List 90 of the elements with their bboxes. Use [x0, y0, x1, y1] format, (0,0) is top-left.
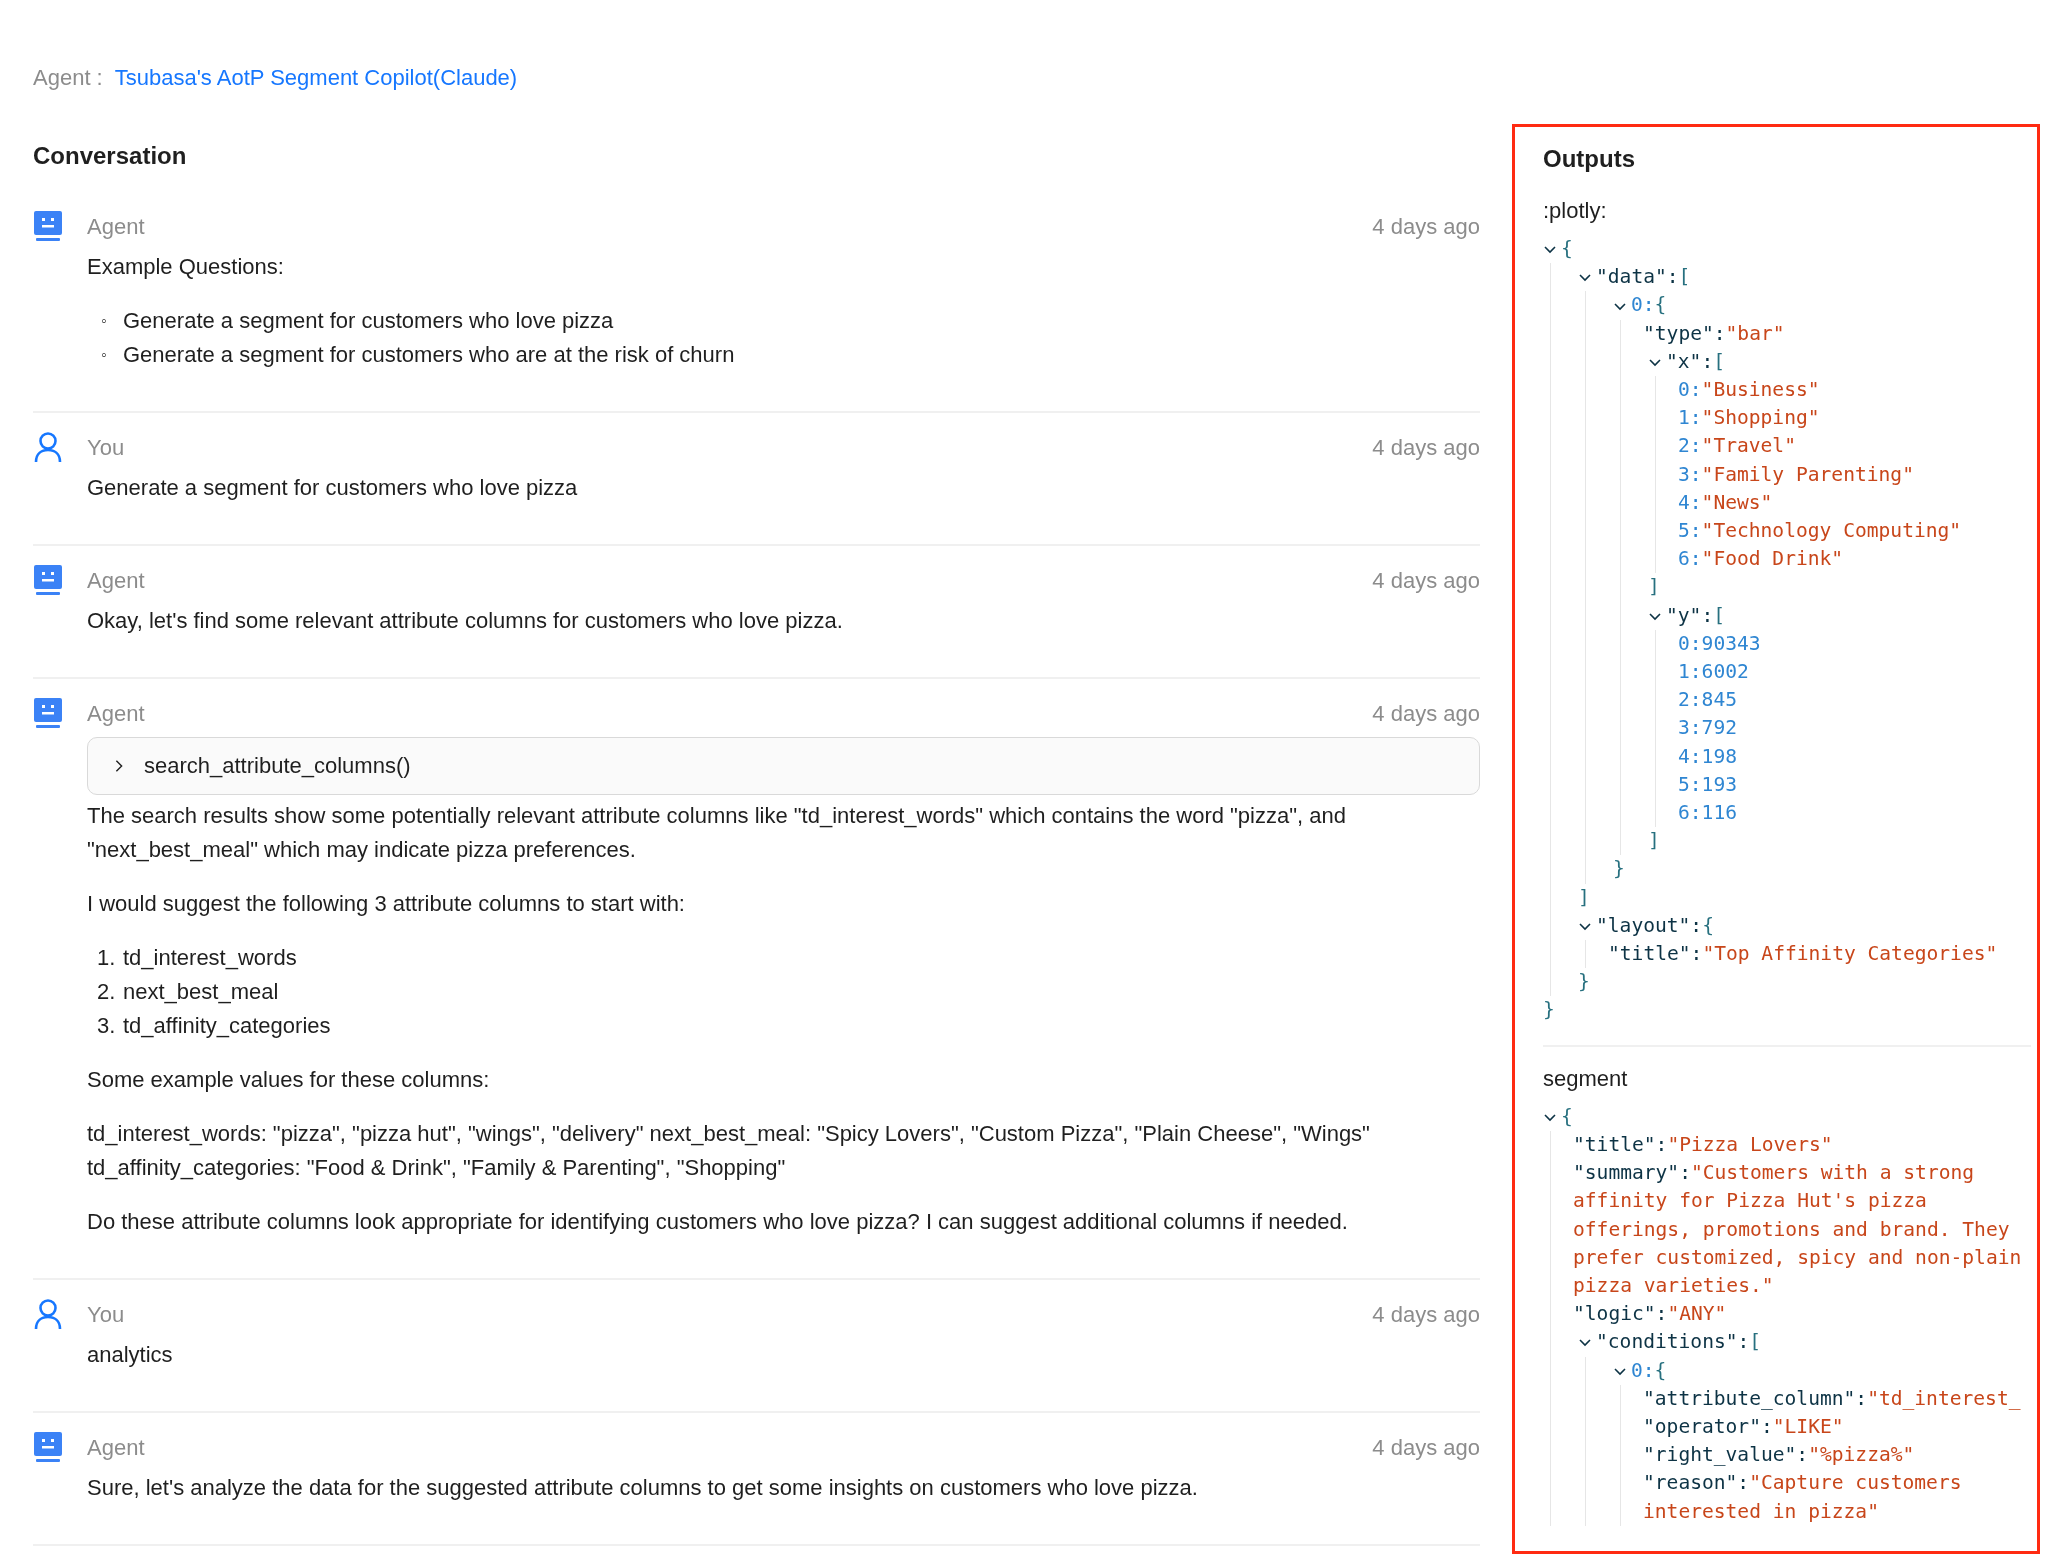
timestamp: 4 days ago	[1372, 434, 1480, 462]
list-item: td_interest_words	[123, 944, 297, 972]
json-entry: 6:116	[1678, 800, 1737, 827]
json-bracket: }	[1543, 997, 1556, 1024]
json-key: "data":	[1596, 263, 1679, 292]
json-entry: "title":"Pizza Lovers"	[1573, 1131, 1833, 1158]
tool-call-toggle[interactable]: search_attribute_columns()	[87, 737, 1480, 795]
message-text: Sure, let's analyze the data for the suggested attribute columns to get some insights on customers who love pizza.	[87, 1474, 1199, 1502]
list-number: 3.	[97, 1012, 117, 1040]
robot-icon	[33, 1431, 63, 1463]
json-entry: 1:6002	[1678, 659, 1749, 686]
json-entry: 2:845	[1678, 687, 1737, 714]
user-icon	[33, 1298, 63, 1330]
output-label: :plotly:	[1543, 197, 1608, 225]
json-entry: "type":"bar"	[1643, 320, 1785, 347]
json-bracket: [	[1678, 264, 1691, 291]
list-number: 2.	[97, 978, 117, 1006]
timestamp: 4 days ago	[1372, 700, 1480, 728]
author-name: Agent	[87, 700, 145, 728]
message-text: analytics	[87, 1341, 174, 1369]
timestamp: 4 days ago	[1372, 1434, 1480, 1462]
output-label: segment	[1543, 1064, 1629, 1093]
json-entry: "summary":"Customers with a strong affinity for Pizza Hut's pizza offerings, promotions and brand. They prefer customized, spicy and non-plain pizza varieties."	[1573, 1160, 2023, 1299]
json-bracket: {	[1654, 1357, 1667, 1384]
timestamp: 4 days ago	[1372, 213, 1480, 241]
agent-link[interactable]: Tsubasa's AotP Segment Copilot(Claude)	[114, 65, 518, 90]
json-key: 0:	[1631, 291, 1655, 320]
json-bracket: {	[1561, 236, 1573, 262]
json-entry: "logic":"ANY"	[1573, 1301, 1727, 1328]
json-entry: "reason":"Capture customers interested in pizza"	[1643, 1470, 1963, 1525]
message-text: Some example values for these columns:	[87, 1066, 491, 1094]
json-entry: 1:"Shopping"	[1678, 405, 1820, 432]
json-bracket: [	[1713, 348, 1725, 375]
list-item: Generate a segment for customers who are at the risk of churn	[123, 341, 735, 369]
json-entry: 3:792	[1678, 715, 1737, 742]
json-entry: 0:"Business"	[1678, 377, 1820, 403]
list-item: Generate a segment for customers who love pizza	[123, 307, 614, 335]
json-bracket: ]	[1648, 828, 1661, 855]
message-text: Generate a segment for customers who love pizza	[87, 474, 579, 502]
list-item: td_affinity_categories	[123, 1012, 331, 1040]
agent-label: Agent :	[33, 65, 103, 90]
message-text: The search results show some potentially relevant attribute columns like "td_interest_words" which contains the word "pizza", and "next_best_meal" which may indicate pizza preferences.	[87, 802, 1347, 864]
json-entry: 4:"News"	[1678, 489, 1773, 516]
message-text: Example Questions:	[87, 253, 285, 281]
timestamp: 4 days ago	[1372, 567, 1480, 595]
user-icon	[33, 431, 63, 463]
author-name: You	[87, 1301, 125, 1329]
list-item: next_best_meal	[123, 978, 279, 1006]
json-bracket: {	[1561, 1103, 1573, 1130]
list-number: 1.	[97, 944, 117, 972]
section-heading: Outputs	[1543, 144, 1636, 174]
json-bracket: ]	[1648, 574, 1661, 601]
json-key: "y":	[1666, 601, 1714, 630]
json-entry: 6:"Food Drink"	[1678, 546, 1844, 573]
robot-icon	[33, 210, 63, 242]
author-name: Agent	[87, 567, 145, 595]
json-entry: "attribute_column":"td_interest_	[1643, 1385, 2021, 1412]
author-name: Agent	[87, 213, 145, 241]
timestamp: 4 days ago	[1372, 1301, 1480, 1329]
bullet-marker: ◦	[101, 311, 108, 331]
json-entry: 0:90343	[1678, 630, 1761, 657]
json-entry: "operator":"LIKE"	[1643, 1413, 1844, 1440]
message-text: I would suggest the following 3 attribute columns to start with:	[87, 890, 686, 918]
author-name: You	[87, 434, 125, 462]
section-heading: Conversation	[33, 141, 188, 171]
json-entry: 5:"Technology Computing"	[1678, 518, 1962, 545]
json-key: "conditions":	[1596, 1328, 1750, 1357]
json-bracket: [	[1713, 602, 1725, 629]
json-bracket: }	[1613, 856, 1626, 883]
json-bracket: {	[1702, 912, 1714, 939]
bullet-marker: ◦	[101, 345, 108, 365]
json-entry: 4:198	[1678, 743, 1737, 770]
json-key: 0:	[1631, 1356, 1655, 1385]
json-bracket: [	[1749, 1329, 1762, 1356]
json-entry: 3:"Family Parenting"	[1678, 461, 1914, 488]
json-bracket: {	[1654, 292, 1667, 319]
json-entry: "title":"Top Affinity Categories"	[1608, 941, 1998, 968]
message-text: Okay, let's find some relevant attribute columns for customers who love pizza.	[87, 607, 844, 635]
message-text: td_interest_words: "pizza", "pizza hut", "wings", "delivery" next_best_meal: "Spicy Lovers", "Custom Pizza", "Plain Cheese", "Wings" td_affinity_categories: "Food & Drink", "Family & Parenting", "Shopping"	[87, 1120, 1371, 1182]
json-bracket: }	[1578, 969, 1591, 996]
json-entry: 2:"Travel"	[1678, 433, 1796, 460]
robot-icon	[33, 697, 63, 729]
json-entry: "right_value":"%pizza%"	[1643, 1442, 1915, 1469]
json-entry: 5:193	[1678, 771, 1737, 798]
json-key: "x":	[1666, 347, 1714, 376]
robot-icon	[33, 564, 63, 596]
message-text: Do these attribute columns look appropriate for identifying customers who love pizza? I can suggest additional columns if needed.	[87, 1208, 1349, 1236]
json-bracket: ]	[1578, 884, 1591, 911]
author-name: Agent	[87, 1434, 145, 1462]
json-key: "layout":	[1596, 911, 1703, 941]
